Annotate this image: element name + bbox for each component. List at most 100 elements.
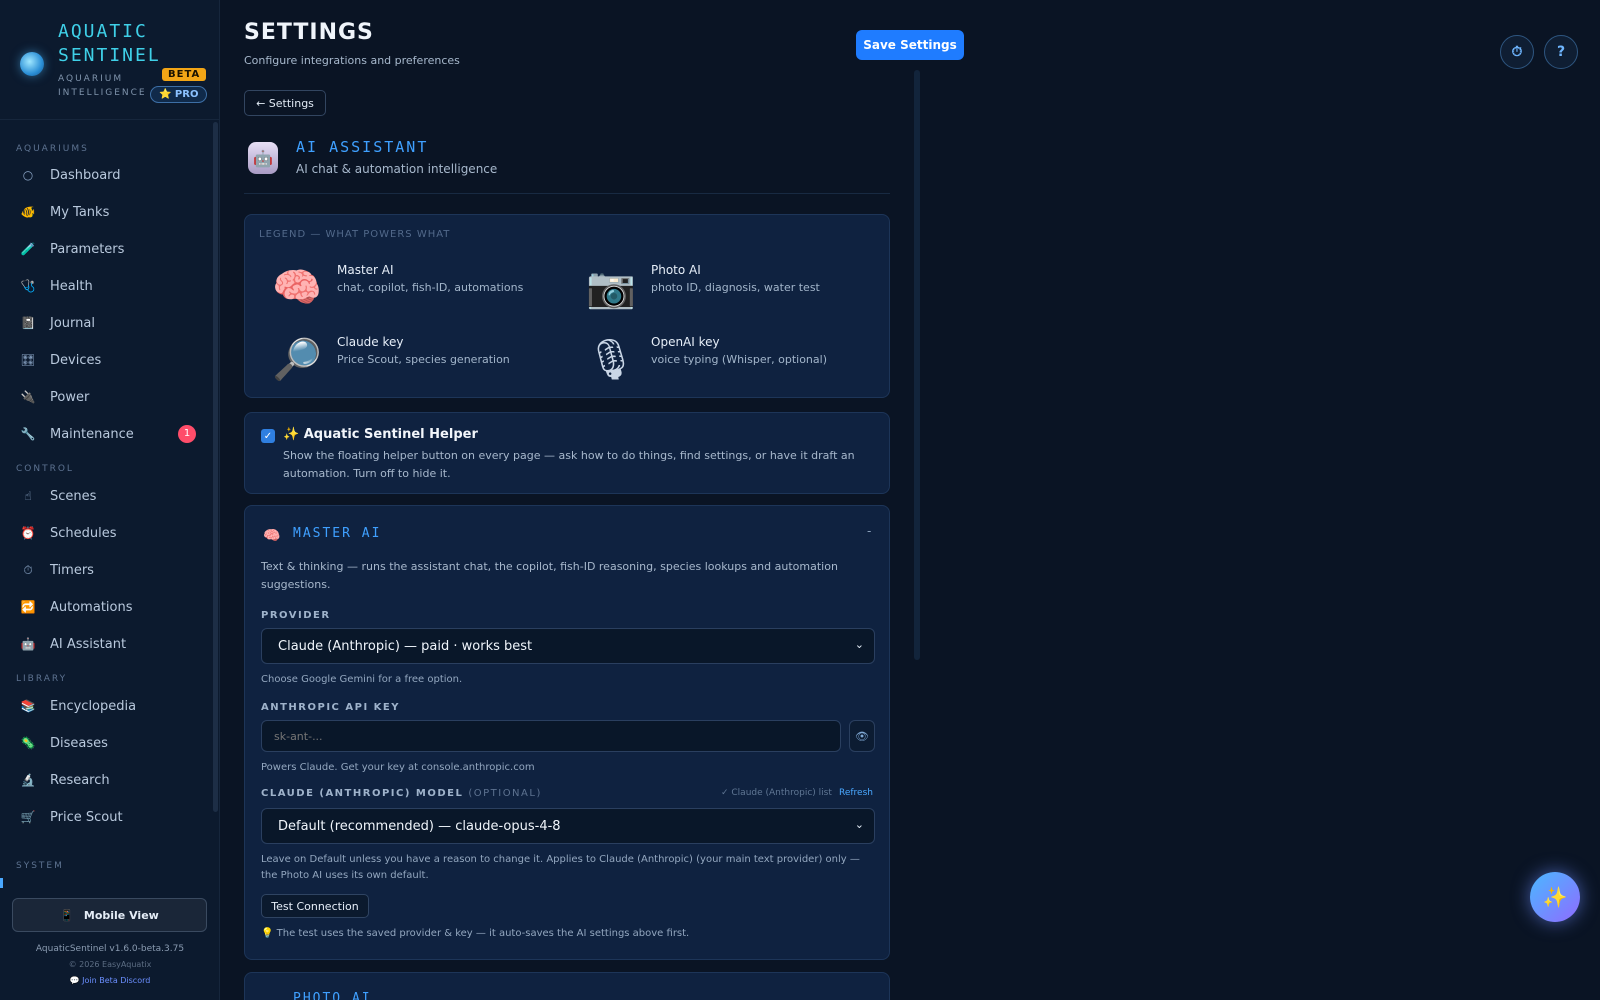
provider-hint: Choose Google Gemini for a free option. xyxy=(261,674,463,685)
maintenance-count-badge: 1 xyxy=(178,425,196,443)
alarm-clock-icon: ⏰ xyxy=(20,526,36,540)
mobile-view-button[interactable]: 📱 Mobile View xyxy=(12,898,207,932)
books-icon: 📚 xyxy=(20,699,36,713)
camera-icon: 📷 xyxy=(586,264,636,311)
section-description: AI chat & automation intelligence xyxy=(296,162,498,176)
sidebar-item-devices[interactable]: 🎛 Devices xyxy=(0,343,212,377)
legend-item-claude-key: 🔎 Claude key Price Scout, species genera… xyxy=(269,331,569,391)
main-scrollbar[interactable] xyxy=(914,70,920,660)
sidebar-item-parameters[interactable]: 🧪 Parameters xyxy=(0,232,212,266)
legend-label: LEGEND — WHAT POWERS WHAT xyxy=(259,229,451,240)
sidebar-item-price-scout[interactable]: 🛒 Price Scout xyxy=(0,800,212,834)
robot-icon: 🤖 xyxy=(20,637,36,651)
cart-icon: 🛒 xyxy=(20,810,36,824)
save-settings-button[interactable]: Save Settings xyxy=(856,30,964,60)
sidebar-item-scenes[interactable]: ☝ Scenes xyxy=(0,479,212,513)
sidebar-item-automations[interactable]: 🔁 Automations xyxy=(0,590,212,624)
active-item-marker xyxy=(0,878,3,888)
nav-section-system: SYSTEM xyxy=(16,861,64,871)
pro-badge: ⭐ PRO xyxy=(150,86,208,103)
help-icon[interactable]: ? xyxy=(1544,35,1578,69)
chevron-down-icon: ⌄ xyxy=(854,818,864,831)
api-key-hint: Powers Claude. Get your key at console.a… xyxy=(261,762,535,773)
model-label: CLAUDE (ANTHROPIC) MODEL (OPTIONAL) xyxy=(261,788,542,799)
legend-card: LEGEND — WHAT POWERS WHAT 🧠 Master AI ch… xyxy=(244,214,890,398)
hand-icon: ☝ xyxy=(24,489,32,503)
repeat-icon: 🔁 xyxy=(20,600,36,614)
helper-checkbox[interactable]: ✓ xyxy=(261,429,275,443)
version-text: AquaticSentinel v1.6.0-beta.3.75 xyxy=(35,944,185,954)
stopwatch-icon: ⏱ xyxy=(23,562,33,577)
magnifier-icon: 🔎 xyxy=(272,336,322,383)
section-header: 🤖 AI ASSISTANT AI chat & automation inte… xyxy=(244,136,890,194)
notebook-icon: 📓 xyxy=(20,316,36,330)
brain-icon: 🧠 xyxy=(263,528,281,544)
wrench-icon: 🔧 xyxy=(20,427,36,441)
test-tube-icon: 🧪 xyxy=(20,242,36,256)
sidebar-item-my-tanks[interactable]: 🐠 My Tanks xyxy=(0,195,212,229)
page-subtitle: Configure integrations and preferences xyxy=(244,54,460,67)
nav-section-control: CONTROL xyxy=(16,464,74,474)
sidebar-item-dashboard[interactable]: ○ Dashboard xyxy=(0,158,212,192)
sidebar-item-health[interactable]: 🩺 Health xyxy=(0,269,212,303)
sidebar: AQUATIC SENTINEL AQUARIUM INTELLIGENCE B… xyxy=(0,0,220,1000)
sidebar-item-research[interactable]: 🔬 Research xyxy=(0,763,212,797)
microphone-icon: 🎙 xyxy=(585,336,637,383)
model-select[interactable]: Default (recommended) — claude-opus-4-8 … xyxy=(261,808,875,844)
sidebar-item-maintenance[interactable]: 🔧 Maintenance 1 xyxy=(0,417,212,451)
plug-icon: 🔌 xyxy=(20,390,36,404)
timer-icon[interactable]: ⏱ xyxy=(1500,35,1534,69)
provider-select[interactable]: Claude (Anthropic) — paid · works best ⌄ xyxy=(261,628,875,664)
helper-title: ✨ Aquatic Sentinel Helper xyxy=(283,427,478,442)
page-title: SETTINGS xyxy=(244,20,374,45)
brand-subtitle: AQUARIUM INTELLIGENCE xyxy=(58,74,147,98)
brand-title: AQUATIC SENTINEL xyxy=(58,21,161,66)
discord-link[interactable]: 💬 Join Beta Discord xyxy=(0,976,220,985)
eye-icon[interactable]: 👁 xyxy=(849,720,875,752)
legend-item-openai-key: 🎙 OpenAI key voice typing (Whisper, opti… xyxy=(583,331,883,391)
sidebar-item-ai-assistant[interactable]: 🤖 AI Assistant xyxy=(0,627,212,661)
test-note: 💡 The test uses the saved provider & key… xyxy=(261,928,690,939)
back-to-settings-button[interactable]: ← Settings xyxy=(244,90,326,116)
brand: AQUATIC SENTINEL AQUARIUM INTELLIGENCE B… xyxy=(0,0,220,120)
legend-item-photo-ai: 📷 Photo AI photo ID, diagnosis, water te… xyxy=(583,259,883,319)
robot-icon: 🤖 xyxy=(248,142,278,174)
model-hint: Leave on Default unless you have a reaso… xyxy=(261,854,860,881)
nav-section-library: LIBRARY xyxy=(16,674,68,684)
refresh-link[interactable]: Refresh xyxy=(839,788,873,798)
api-key-label: ANTHROPIC API KEY xyxy=(261,702,400,713)
sidebar-item-diseases[interactable]: 🦠 Diseases xyxy=(0,726,212,760)
beta-badge: BETA xyxy=(162,68,207,81)
photo-ai-title: PHOTO AI xyxy=(293,991,372,1000)
sidebar-item-encyclopedia[interactable]: 📚 Encyclopedia xyxy=(0,689,212,723)
phone-icon: 📱 xyxy=(60,908,74,922)
legend-item-master-ai: 🧠 Master AI chat, copilot, fish-ID, auto… xyxy=(269,259,569,319)
copyright-text: © 2026 EasyAquatix xyxy=(68,960,152,969)
helper-card: ✓ ✨ Aquatic Sentinel Helper Show the flo… xyxy=(244,412,890,494)
sidebar-nav: AQUARIUMS ○ Dashboard 🐠 My Tanks 🧪 Paramete… xyxy=(0,120,212,880)
microscope-icon: 🔬 xyxy=(20,773,36,787)
sidebar-item-schedules[interactable]: ⏰ Schedules xyxy=(0,516,212,550)
sidebar-item-journal[interactable]: 📓 Journal xyxy=(0,306,212,340)
brand-logo xyxy=(20,52,44,76)
fish-icon: 🐠 xyxy=(20,205,36,219)
devices-icon: 🎛 xyxy=(20,353,36,367)
test-connection-button[interactable]: Test Connection xyxy=(261,894,369,918)
master-ai-title: MASTER AI xyxy=(293,526,382,541)
dashboard-icon: ○ xyxy=(22,168,34,182)
helper-description: Show the floating helper button on every… xyxy=(283,449,855,480)
chevron-down-icon: ⌄ xyxy=(854,638,864,651)
master-ai-description: Text & thinking — runs the assistant cha… xyxy=(261,560,838,591)
sidebar-item-timers[interactable]: ⏱ Timers xyxy=(0,553,212,587)
sidebar-item-power[interactable]: 🔌 Power xyxy=(0,380,212,414)
brain-icon: 🧠 xyxy=(272,264,322,311)
api-key-input[interactable] xyxy=(261,720,841,752)
sidebar-scrollbar[interactable] xyxy=(213,122,218,812)
model-list-status: ✓ Claude (Anthropic) list xyxy=(721,788,832,798)
collapse-toggle[interactable]: - xyxy=(867,524,871,538)
photo-ai-card: PHOTO AI xyxy=(244,972,890,1000)
stethoscope-icon: 🩺 xyxy=(20,279,36,293)
nav-section-aquariums: AQUARIUMS xyxy=(16,144,89,154)
master-ai-card: 🧠 MASTER AI - Text & thinking — runs the… xyxy=(244,505,890,960)
helper-sparkle-icon[interactable]: ✨ xyxy=(1530,872,1580,922)
